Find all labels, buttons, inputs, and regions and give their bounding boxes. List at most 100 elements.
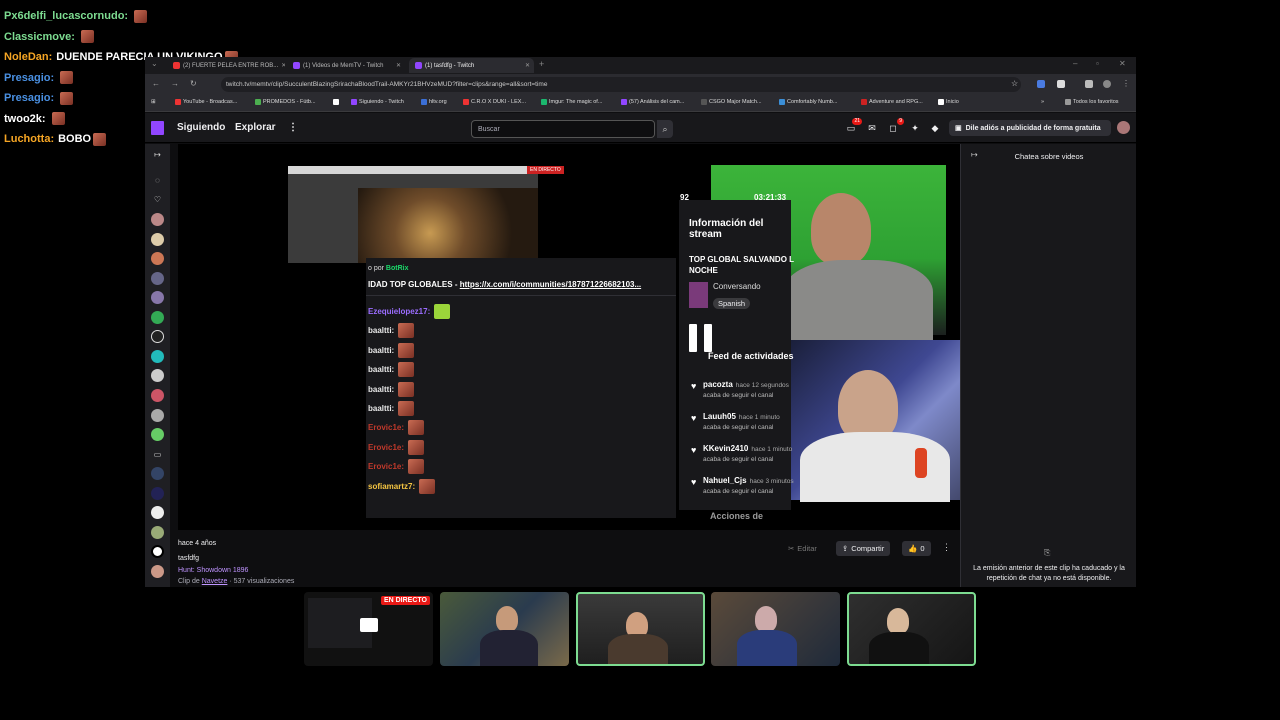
- expand-sidebar-icon[interactable]: ↦: [151, 148, 164, 161]
- close-icon[interactable]: ✕: [525, 62, 530, 69]
- video-icon[interactable]: ▭: [151, 448, 164, 461]
- chat-line: baaltti:: [368, 323, 415, 339]
- video-inner-browser: [288, 166, 538, 263]
- tab-search-icon[interactable]: ⌄: [151, 59, 158, 68]
- back-icon[interactable]: ←: [152, 79, 160, 88]
- close-window-icon[interactable]: ✕: [1119, 59, 1126, 68]
- channel-avatar[interactable]: [151, 428, 164, 441]
- bookmark-item[interactable]: CSGO Major Match...: [701, 99, 762, 105]
- close-icon[interactable]: ✕: [396, 62, 401, 69]
- overlay-chat-user: Presagio:: [4, 71, 55, 84]
- forward-icon[interactable]: →: [171, 79, 179, 88]
- gift-icon[interactable]: ✦: [909, 122, 921, 134]
- tab-twitch-videos[interactable]: (1) Videos de MemTV - Twitch ✕: [287, 58, 405, 73]
- url-field[interactable]: twitch.tv/memtv/clip/SucculentBlazingSri…: [221, 77, 1021, 92]
- channel-avatar[interactable]: [151, 369, 164, 382]
- tab-twitch-clip[interactable]: (1) tasfdfg - Twitch ✕: [409, 58, 534, 73]
- chat-panel-title: Chatea sobre videos: [1014, 152, 1084, 161]
- bookmark-item[interactable]: [333, 99, 339, 105]
- channel-avatar[interactable]: [151, 311, 164, 324]
- bookmark-star-icon[interactable]: ☆: [1011, 79, 1018, 88]
- overlay-chat-user: Luchotta:: [4, 133, 55, 146]
- following-link[interactable]: Siguiendo: [177, 122, 225, 133]
- channel-avatar[interactable]: [151, 252, 164, 265]
- channel-avatar[interactable]: [151, 487, 164, 500]
- clip-game-link[interactable]: Hunt: Showdown 1896: [178, 567, 248, 574]
- channel-avatar[interactable]: [151, 565, 164, 578]
- viewer-count: 92: [680, 193, 689, 202]
- inbox-icon[interactable]: ✉: [866, 122, 878, 134]
- channel-avatar[interactable]: [151, 272, 164, 285]
- emote-icon: [60, 91, 74, 105]
- more-menu-icon[interactable]: ⋮: [288, 122, 298, 133]
- chat-line: baaltti:: [368, 362, 415, 378]
- profile-icon[interactable]: [1103, 80, 1111, 88]
- turbo-button[interactable]: ▣ Dile adiós a publicidad de forma gratui…: [949, 120, 1111, 136]
- extension-icon[interactable]: [1037, 80, 1045, 88]
- channel-avatar[interactable]: [151, 350, 164, 363]
- bookmark-item[interactable]: (57) Análisis del cam...: [621, 99, 684, 105]
- extension-icon[interactable]: [1057, 80, 1065, 88]
- video-thumbnail: [358, 188, 538, 263]
- bookmark-item[interactable]: hltv.org: [421, 99, 447, 105]
- more-options-icon[interactable]: ⋮: [942, 542, 951, 553]
- maximize-icon[interactable]: ▫: [1096, 59, 1099, 68]
- bookmark-item[interactable]: PROMEDOS - Fútb...: [255, 99, 316, 105]
- edit-button[interactable]: ✂ Editar: [782, 541, 823, 556]
- drops-icon[interactable]: ▭ 21: [845, 118, 862, 134]
- clip-video-player[interactable]: EN DIRECTO o por BotRix IDAD TOP GLOBALE…: [178, 144, 960, 530]
- search-input[interactable]: Buscar: [471, 120, 655, 138]
- channel-avatar[interactable]: [151, 330, 164, 343]
- overlay-chat-text: BOBO: [58, 133, 92, 146]
- chat-line: sofiamartz7:: [368, 478, 436, 494]
- channel-avatar[interactable]: [151, 409, 164, 422]
- like-button[interactable]: 👍 0: [902, 541, 931, 556]
- pause-icon[interactable]: [686, 324, 716, 358]
- bits-icon[interactable]: ◆: [929, 122, 941, 134]
- explore-link[interactable]: Explorar: [235, 122, 276, 133]
- bookmark-item[interactable]: Inicio: [938, 99, 959, 105]
- search-icon[interactable]: ⌕: [657, 120, 673, 138]
- channel-avatar[interactable]: [151, 526, 164, 539]
- new-tab-button[interactable]: +: [539, 59, 544, 69]
- reload-icon[interactable]: ↻: [190, 79, 197, 88]
- heart-icon[interactable]: ♡: [151, 193, 164, 206]
- user-avatar[interactable]: [1117, 121, 1130, 134]
- tile-screen-share[interactable]: EN DIRECTO: [304, 592, 433, 666]
- minimize-icon[interactable]: –: [1073, 59, 1077, 68]
- stream-title: TOP GLOBAL SALVANDO L NOCHE: [689, 255, 794, 275]
- channel-avatar[interactable]: [151, 467, 164, 480]
- feed-user: Lauuh05: [703, 412, 736, 421]
- tile-webcam[interactable]: [440, 592, 569, 666]
- menu-icon[interactable]: ⋮: [1122, 79, 1130, 88]
- tab-youtube[interactable]: (2) FUERTE PELEA ENTRE ROB... ✕: [167, 58, 285, 73]
- close-icon[interactable]: ✕: [281, 62, 285, 69]
- bookmark-item[interactable]: C.R.O X DUKI - LEX...: [463, 99, 526, 105]
- bookmark-item[interactable]: Siguiendo - Twitch: [351, 99, 404, 105]
- share-button[interactable]: ⇪ Compartir: [836, 541, 891, 556]
- tile-webcam[interactable]: [576, 592, 705, 666]
- bookmark-item[interactable]: YouTube - Broadcas...: [175, 99, 237, 105]
- notifications-icon[interactable]: ◻ 9: [887, 118, 904, 134]
- feed-item: ♥ KKevin2410 hace 1 minuto acaba de seguir …: [691, 444, 793, 463]
- more-bookmarks-icon[interactable]: »: [1041, 99, 1044, 105]
- feed-time: hace 1 minuto: [751, 446, 793, 453]
- tile-webcam[interactable]: [711, 592, 840, 666]
- all-bookmarks[interactable]: Todos los favoritos: [1065, 99, 1119, 105]
- channel-avatar[interactable]: [151, 545, 164, 558]
- apps-icon[interactable]: ⊞: [151, 99, 156, 105]
- twitch-logo-icon[interactable]: [151, 121, 164, 135]
- bookmark-item[interactable]: Adventure and RPG...: [861, 99, 923, 105]
- channel-avatar[interactable]: [151, 213, 164, 226]
- bookmark-item[interactable]: Imgur: The magic of...: [541, 99, 602, 105]
- tile-webcam[interactable]: [847, 592, 976, 666]
- recommended-icon[interactable]: ◌: [151, 174, 164, 187]
- channel-avatar[interactable]: [151, 389, 164, 402]
- channel-avatar[interactable]: [151, 506, 164, 519]
- clip-author-link[interactable]: Navetze: [202, 578, 228, 585]
- channel-avatar[interactable]: [151, 233, 164, 246]
- chat-line: Erovic1e:: [368, 420, 425, 436]
- channel-avatar[interactable]: [151, 291, 164, 304]
- extension-icon[interactable]: [1085, 80, 1093, 88]
- bookmark-item[interactable]: Comfortably Numb...: [779, 99, 837, 105]
